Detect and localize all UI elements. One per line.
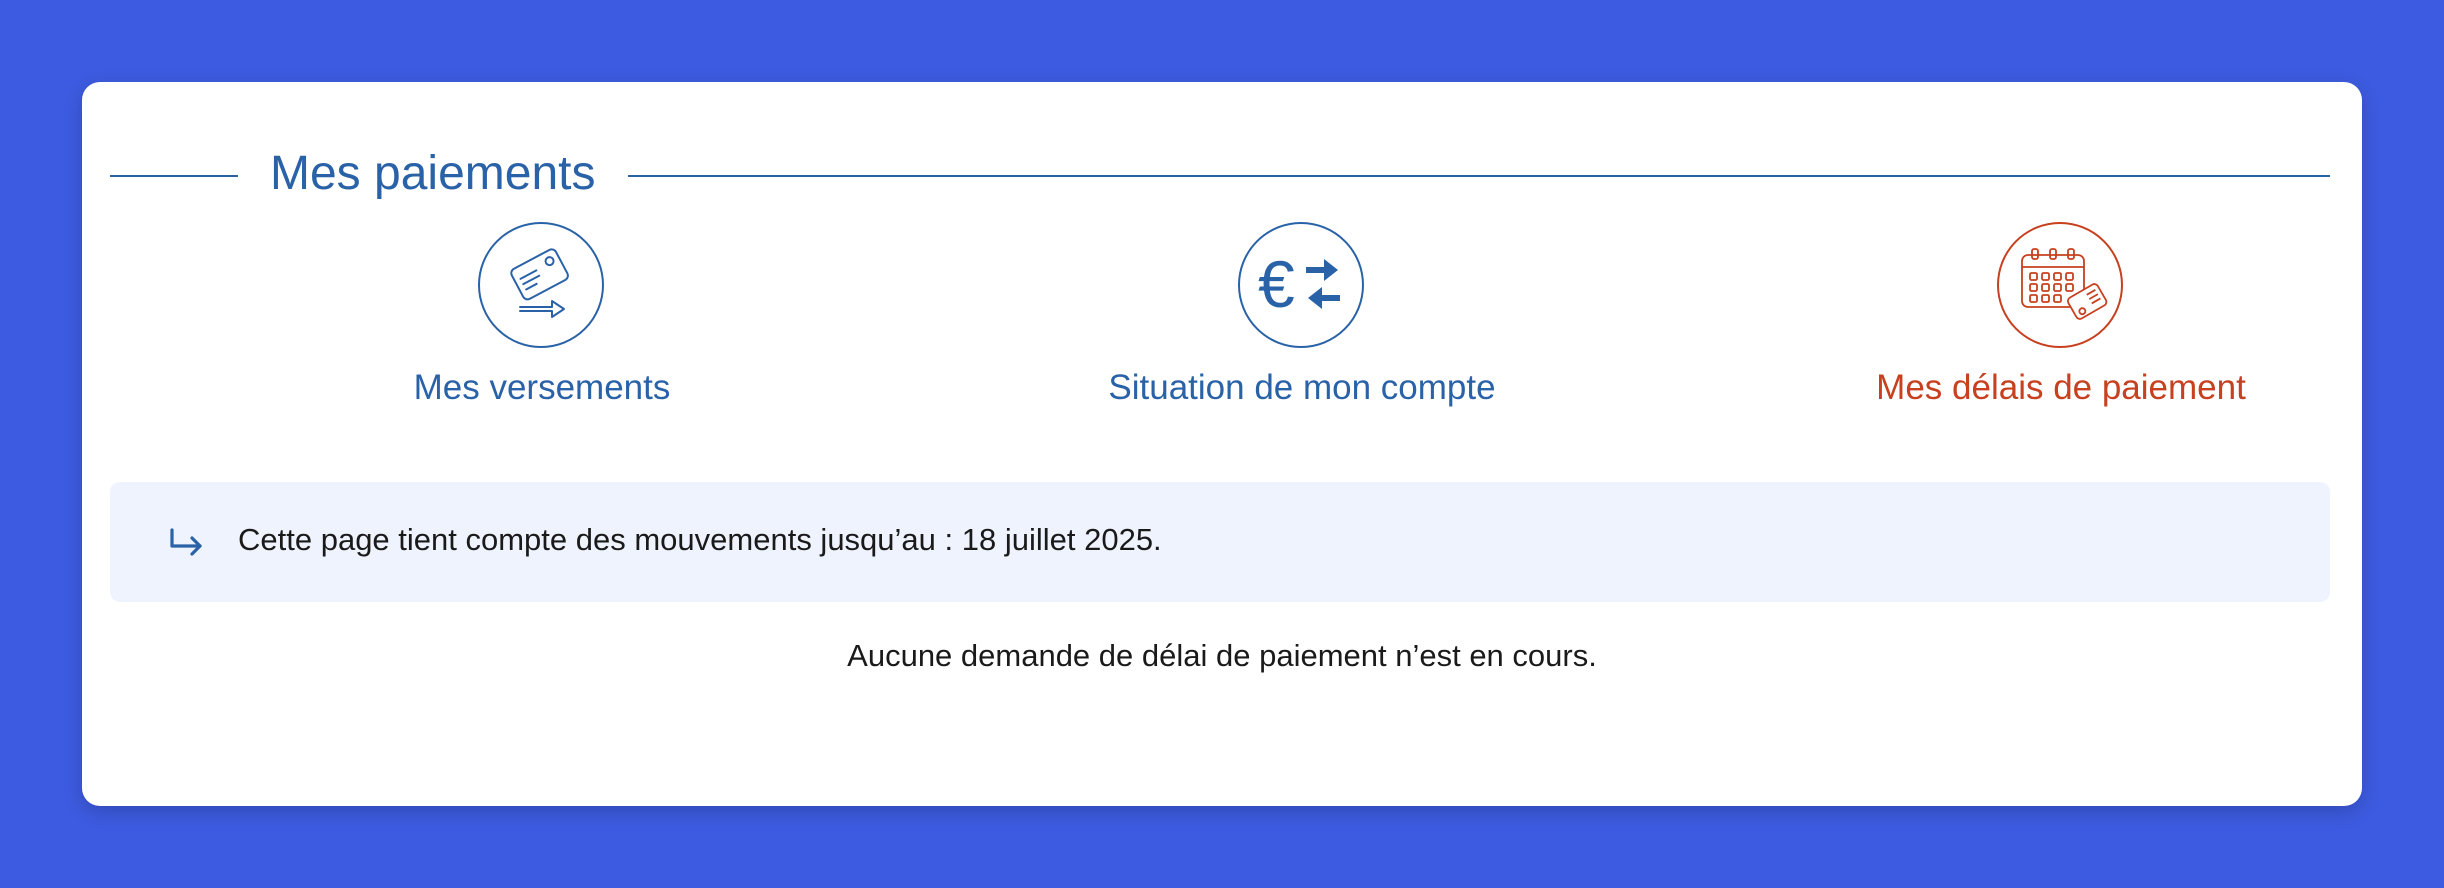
nav-item-delais[interactable]: Mes délais de paiement <box>1761 222 2361 422</box>
title-divider-left <box>110 175 238 177</box>
euro-exchange-icon: € <box>1238 222 1364 348</box>
empty-state-message: Aucune demande de délai de paiement n’es… <box>847 638 1597 673</box>
title-divider-right <box>628 175 2330 177</box>
section-header: Mes paiements <box>110 112 2330 200</box>
info-banner: Cette page tient compte des mouvements j… <box>110 482 2330 602</box>
nav-item-label: Mes délais de paiement <box>1876 368 2246 407</box>
card-payment-icon <box>478 222 604 348</box>
return-arrow-icon <box>166 526 206 558</box>
info-text: Cette page tient compte des mouvements j… <box>238 522 1162 557</box>
payments-card: Mes paiements Mes versements € Situation… <box>82 82 2362 806</box>
page-title: Mes paiements <box>270 147 596 200</box>
calendar-payment-icon <box>1997 222 2123 348</box>
nav-item-label: Situation de mon compte <box>1108 368 1496 407</box>
nav-item-situation[interactable]: € Situation de mon compte <box>1002 222 1602 422</box>
nav-item-label: Mes versements <box>413 368 671 407</box>
svg-text:€: € <box>1258 247 1295 321</box>
nav-item-versements[interactable]: Mes versements <box>242 222 842 422</box>
